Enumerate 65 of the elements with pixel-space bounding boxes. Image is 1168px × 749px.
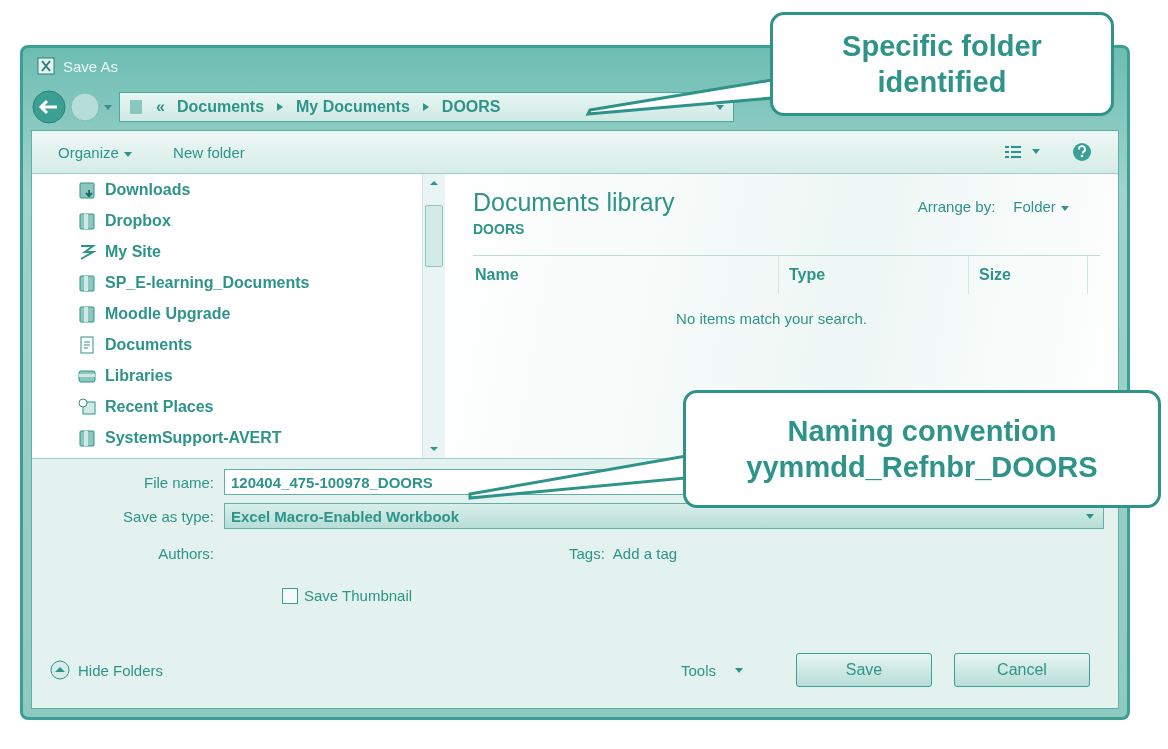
sidebar-item[interactable]: Libraries xyxy=(77,364,422,387)
empty-message: No items match your search. xyxy=(675,310,868,327)
folder-icon xyxy=(77,427,97,448)
tags-field[interactable]: Add a tag xyxy=(612,544,733,562)
sidebar-item[interactable]: My Site xyxy=(77,240,422,263)
dialog-button[interactable]: Save xyxy=(796,653,932,687)
caret-icon xyxy=(1085,512,1095,520)
field-label: Authors: xyxy=(157,544,215,562)
caret-icon xyxy=(1060,204,1070,212)
overflow-chevron[interactable]: « xyxy=(156,98,165,116)
caret-icon[interactable] xyxy=(103,103,113,111)
folder-icon xyxy=(77,303,97,324)
folder-icon xyxy=(77,272,97,293)
tools-menu[interactable]: Tools xyxy=(680,661,744,679)
breadcrumb-item[interactable]: My Documents xyxy=(296,98,410,116)
sidebar-item[interactable]: Dropbox xyxy=(77,209,422,232)
caret-icon xyxy=(734,666,744,674)
arrange-label: Arrange by: xyxy=(917,198,996,215)
caret-icon[interactable] xyxy=(715,103,725,111)
callout-text: Naming convention xyxy=(787,413,1057,449)
scroll-down-icon[interactable] xyxy=(429,446,439,452)
field-label: Save as type: xyxy=(122,507,215,525)
chevron-up-icon xyxy=(50,660,70,680)
hide-folders-button[interactable]: Hide Folders xyxy=(50,660,164,680)
view-options-icon[interactable] xyxy=(1004,145,1042,159)
window-title: Save As xyxy=(63,57,119,75)
dialog-button[interactable]: Cancel xyxy=(954,653,1090,687)
callout-text: Specific folder xyxy=(842,28,1042,64)
sidebar-item[interactable]: Documents xyxy=(77,333,422,356)
chevron-right-icon xyxy=(276,102,285,112)
checkbox-label: Save Thumbnail xyxy=(304,587,413,604)
organize-menu[interactable]: Organize xyxy=(58,143,134,161)
breadcrumb-item[interactable]: Documents xyxy=(176,98,265,116)
app-icon xyxy=(37,57,55,75)
checkbox[interactable] xyxy=(282,587,298,604)
back-button-icon[interactable] xyxy=(31,89,67,125)
library-subtitle: DOORS xyxy=(473,221,526,237)
sidebar-item[interactable]: Recent Places xyxy=(77,395,422,418)
sidebar-item[interactable]: Moodle Upgrade xyxy=(77,302,422,325)
arrange-dropdown[interactable]: Folder xyxy=(1013,198,1070,215)
column-header[interactable]: Size xyxy=(968,256,1088,294)
caret-icon xyxy=(123,149,134,158)
new-folder-button[interactable]: New folder xyxy=(173,143,245,161)
sidebar-item[interactable]: SystemSupport-AVERT xyxy=(77,426,422,449)
scrollbar-thumb[interactable] xyxy=(425,205,443,267)
document-icon xyxy=(77,334,97,355)
column-header[interactable]: Type xyxy=(778,256,968,294)
help-icon[interactable] xyxy=(1072,142,1092,162)
sidebar-item[interactable]: SP_E-learning_Documents xyxy=(77,271,422,294)
field-label: File name: xyxy=(142,473,215,491)
field-label: Tags: xyxy=(569,544,605,562)
scrollbar[interactable] xyxy=(422,174,445,458)
address-bar[interactable]: « Documents My Documents DOORS xyxy=(119,92,734,122)
sidebar-item[interactable]: Downloads xyxy=(77,178,422,201)
column-header[interactable]: Name xyxy=(473,256,778,294)
library-title: Documents library xyxy=(473,188,675,217)
chevron-right-icon xyxy=(421,102,430,112)
folder-icon xyxy=(77,210,97,231)
recent-places-icon xyxy=(77,396,97,417)
callout-text: identified xyxy=(877,65,1007,100)
breadcrumb-item[interactable]: DOORS xyxy=(441,98,501,116)
callout-text: yymmdd_Refnbr_DOORS xyxy=(746,450,1098,485)
scroll-up-icon[interactable] xyxy=(429,180,439,186)
folder-icon xyxy=(128,98,144,116)
download-folder-icon xyxy=(77,179,97,200)
